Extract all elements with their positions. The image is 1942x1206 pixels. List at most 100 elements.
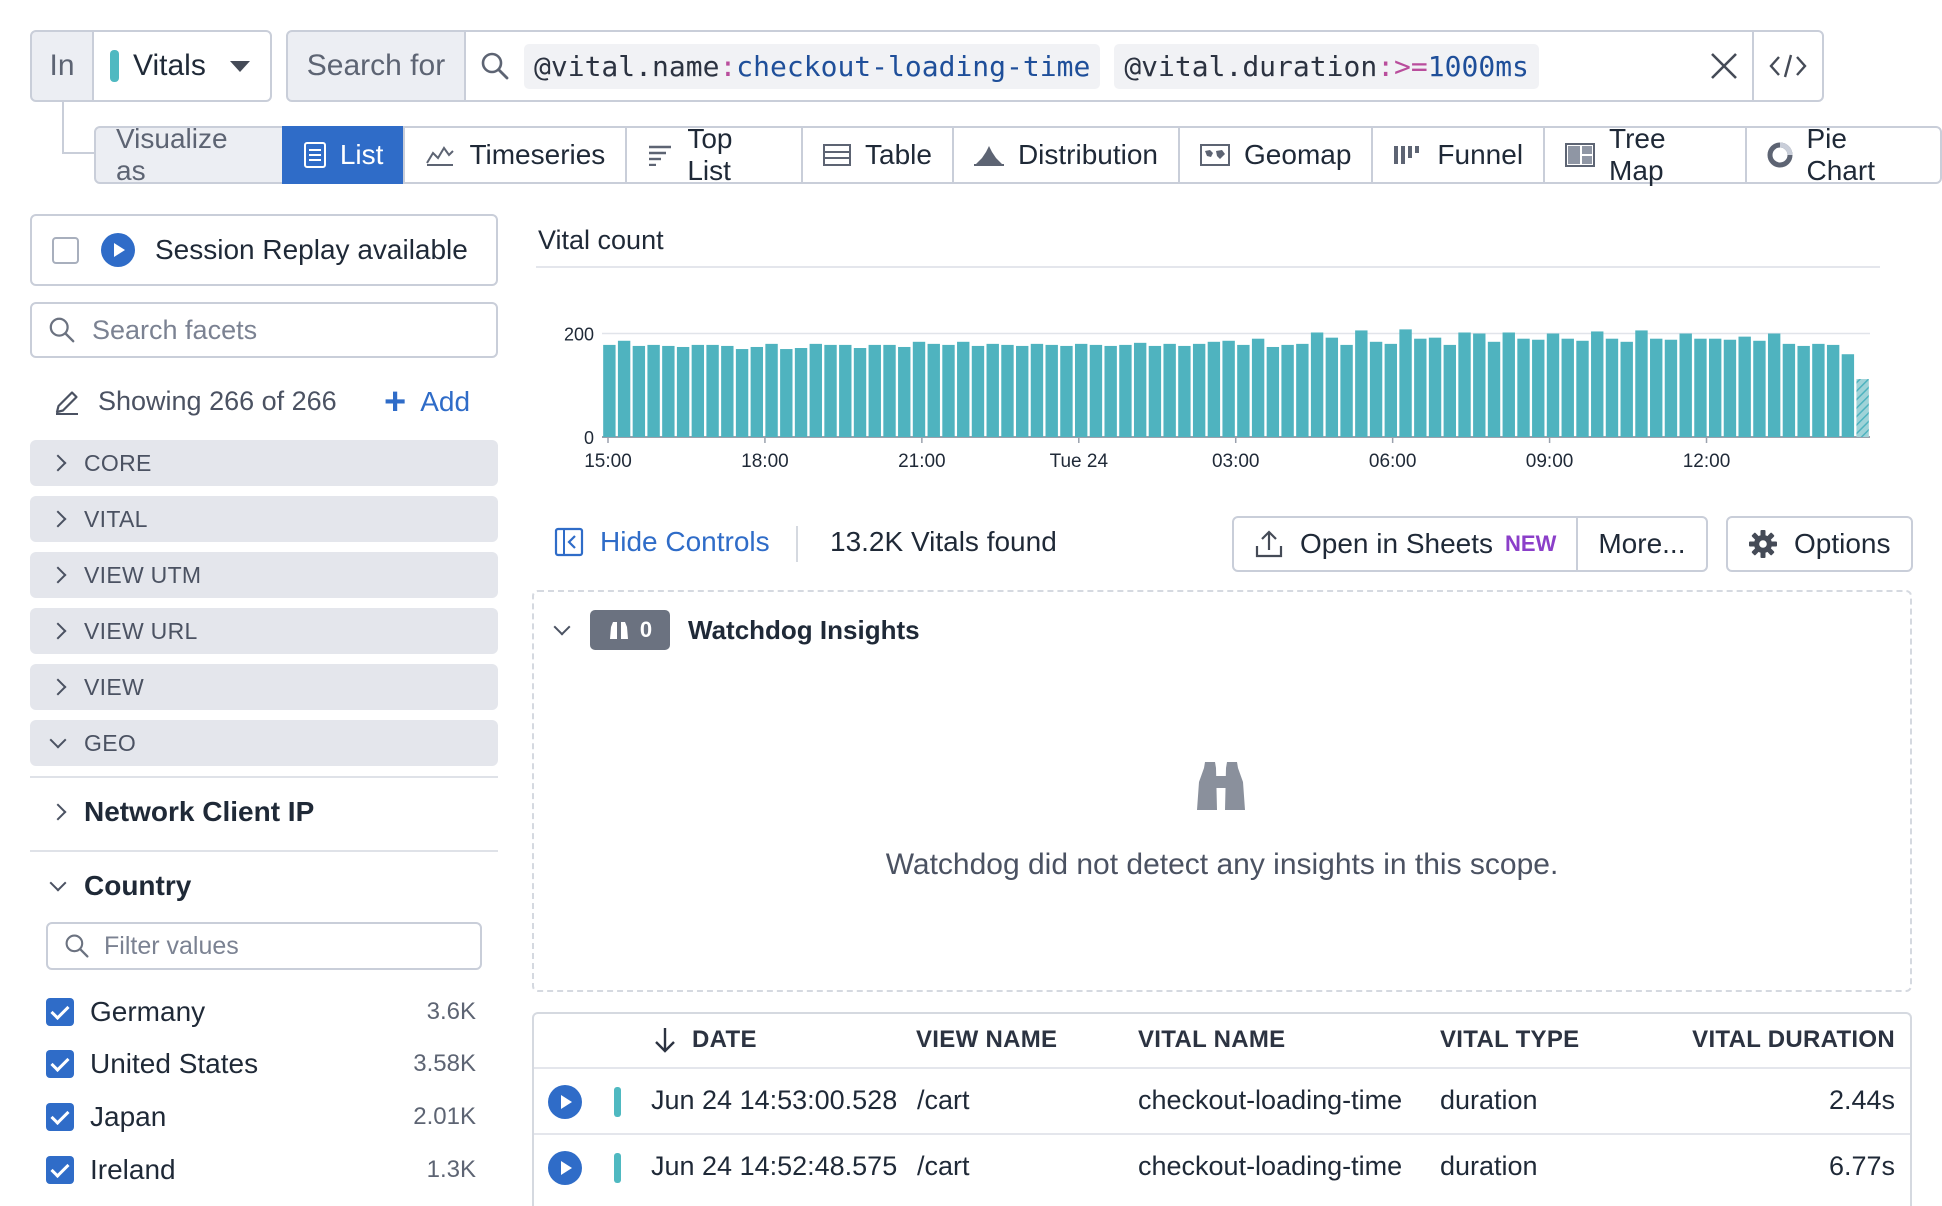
source-select-value: Vitals: [133, 49, 206, 82]
divider: [30, 850, 498, 852]
open-in-sheets-button[interactable]: Open in Sheets NEW: [1232, 516, 1579, 572]
play-icon[interactable]: [548, 1085, 582, 1119]
chart-bar: [1060, 345, 1073, 437]
chart-bar: [1207, 341, 1221, 437]
facet-network-client-ip[interactable]: Network Client IP: [49, 796, 315, 828]
chart-bar: [1178, 345, 1191, 437]
token-key: @vital.name: [534, 49, 720, 83]
viz-option-timeseries[interactable]: Timeseries: [403, 126, 628, 184]
viz-option-distribution[interactable]: Distribution: [951, 126, 1181, 184]
chart-bar: [1340, 344, 1353, 437]
country-checkbox[interactable]: [46, 1050, 74, 1078]
search-for-label: Search for: [286, 30, 466, 102]
clear-query-button[interactable]: [1696, 32, 1752, 100]
chart-bar: [824, 344, 837, 437]
chevron-right-icon: [49, 622, 67, 640]
search-facets-input[interactable]: Search facets: [30, 302, 498, 358]
facet-group-view-utm[interactable]: VIEW UTM: [30, 552, 498, 598]
filter-values-placeholder: Filter values: [104, 931, 239, 960]
country-count: 3.6K: [426, 998, 476, 1025]
country-name: United States: [90, 1048, 259, 1079]
country-checkbox[interactable]: [46, 1103, 74, 1131]
viz-option-list[interactable]: List: [281, 126, 406, 184]
chart-bar: [1635, 330, 1648, 437]
add-facet-button[interactable]: + Add: [384, 383, 470, 421]
country-checkbox[interactable]: [46, 998, 74, 1026]
chart-bar: [1605, 338, 1619, 437]
facet-group-geo[interactable]: GEO: [30, 720, 498, 766]
chart-bar: [1782, 343, 1796, 437]
viz-option-top-list[interactable]: Top List: [625, 123, 804, 186]
session-replay-checkbox[interactable]: [52, 236, 79, 264]
distribution-icon: [973, 146, 1004, 166]
facet-group-core[interactable]: CORE: [30, 440, 498, 486]
chevron-down-icon: [553, 618, 571, 636]
session-replay-filter[interactable]: Session Replay available: [30, 214, 498, 286]
chart-bar: [1826, 344, 1840, 437]
source-select[interactable]: Vitals: [92, 30, 272, 102]
sort-descending-icon: [655, 1028, 675, 1053]
viz-option-label: Funnel: [1437, 139, 1524, 170]
chart-bar: [1797, 345, 1810, 437]
country-count: 3.58K: [413, 1050, 476, 1077]
query-token[interactable]: @vital.duration:>=1000ms: [1114, 43, 1539, 89]
chart-bar: [839, 344, 852, 437]
y-tick-label: 200: [564, 325, 594, 345]
facet-title-label: Country: [84, 870, 192, 901]
facet-title-label: Network Client IP: [84, 796, 315, 827]
chart-bar: [780, 349, 793, 437]
query-input[interactable]: @vital.name:checkout-loading-time @vital…: [464, 30, 1824, 102]
hide-controls-button[interactable]: Hide Controls: [554, 526, 770, 558]
options-button[interactable]: Options: [1726, 516, 1913, 572]
chevron-right-icon: [49, 803, 67, 821]
upload-icon: [1255, 530, 1283, 558]
column-header-view-name[interactable]: VIEW NAME: [916, 1026, 1057, 1054]
token-value: checkout-loading-time: [736, 49, 1091, 83]
facet-group-view-url[interactable]: VIEW URL: [30, 608, 498, 654]
x-tick-label: 15:00: [584, 451, 632, 472]
chart-bar: [912, 341, 926, 437]
facet-group-view[interactable]: VIEW: [30, 664, 498, 710]
more-button[interactable]: More...: [1576, 516, 1708, 572]
chart-bar: [1266, 346, 1280, 437]
x-tick-label: 18:00: [741, 451, 789, 472]
chart-bar: [1767, 333, 1781, 437]
column-header-vital-name[interactable]: VITAL NAME: [1138, 1026, 1285, 1054]
chevron-right-icon: [49, 566, 67, 584]
watchdog-insights-header[interactable]: 0 Watchdog Insights: [553, 610, 920, 650]
country-count: 2.01K: [413, 1103, 476, 1130]
showing-facets-button[interactable]: Showing 266 of 266: [52, 386, 337, 417]
viz-option-tree-map[interactable]: Tree Map: [1543, 123, 1747, 186]
country-item[interactable]: United States 3.58K: [46, 1044, 476, 1084]
viz-option-geomap[interactable]: Geomap: [1178, 126, 1374, 184]
code-view-button[interactable]: [1752, 32, 1822, 100]
chart-bar: [1428, 337, 1442, 437]
chart-bar: [1664, 339, 1678, 437]
token-key: @vital.duration: [1124, 49, 1378, 83]
facet-group-vital[interactable]: VITAL: [30, 496, 498, 542]
chart-bar: [1723, 339, 1737, 437]
country-checkbox[interactable]: [46, 1156, 74, 1184]
country-item[interactable]: Germany 3.6K: [46, 992, 476, 1032]
facet-group-label: GEO: [84, 729, 137, 756]
country-name: Japan: [90, 1101, 167, 1132]
watchdog-count-badge: 0: [590, 610, 670, 650]
visualize-bar: Visualize as List Timeseries Top List Ta…: [94, 123, 1942, 186]
viz-option-table[interactable]: Table: [801, 126, 954, 184]
query-token[interactable]: @vital.name:checkout-loading-time: [524, 43, 1101, 89]
country-item[interactable]: Japan 2.01K: [46, 1097, 476, 1137]
chart-bar: [1502, 332, 1515, 437]
filter-values-input[interactable]: Filter values: [46, 922, 482, 970]
table-row[interactable]: Jun 24 14:52:48.575 /cart checkout-loadi…: [534, 1133, 1910, 1199]
column-header-vital-type[interactable]: VITAL TYPE: [1440, 1026, 1579, 1054]
facet-country[interactable]: Country: [49, 870, 192, 902]
viz-option-pie-chart[interactable]: Pie Chart: [1744, 123, 1942, 186]
chart-bar: [1030, 343, 1044, 437]
vital-count-chart[interactable]: 0 200 15:00 18:00 21:00 Tue 24 03:00 06:00 09:00…: [560, 312, 1880, 482]
column-header-date[interactable]: DATE: [654, 1026, 757, 1054]
play-icon[interactable]: [548, 1151, 582, 1185]
country-item[interactable]: Ireland 1.3K: [46, 1150, 476, 1190]
viz-option-funnel[interactable]: Funnel: [1371, 126, 1546, 184]
table-row[interactable]: Jun 24 14:53:00.528 /cart checkout-loadi…: [534, 1067, 1910, 1133]
column-header-vital-duration[interactable]: VITAL DURATION: [1692, 1026, 1895, 1054]
